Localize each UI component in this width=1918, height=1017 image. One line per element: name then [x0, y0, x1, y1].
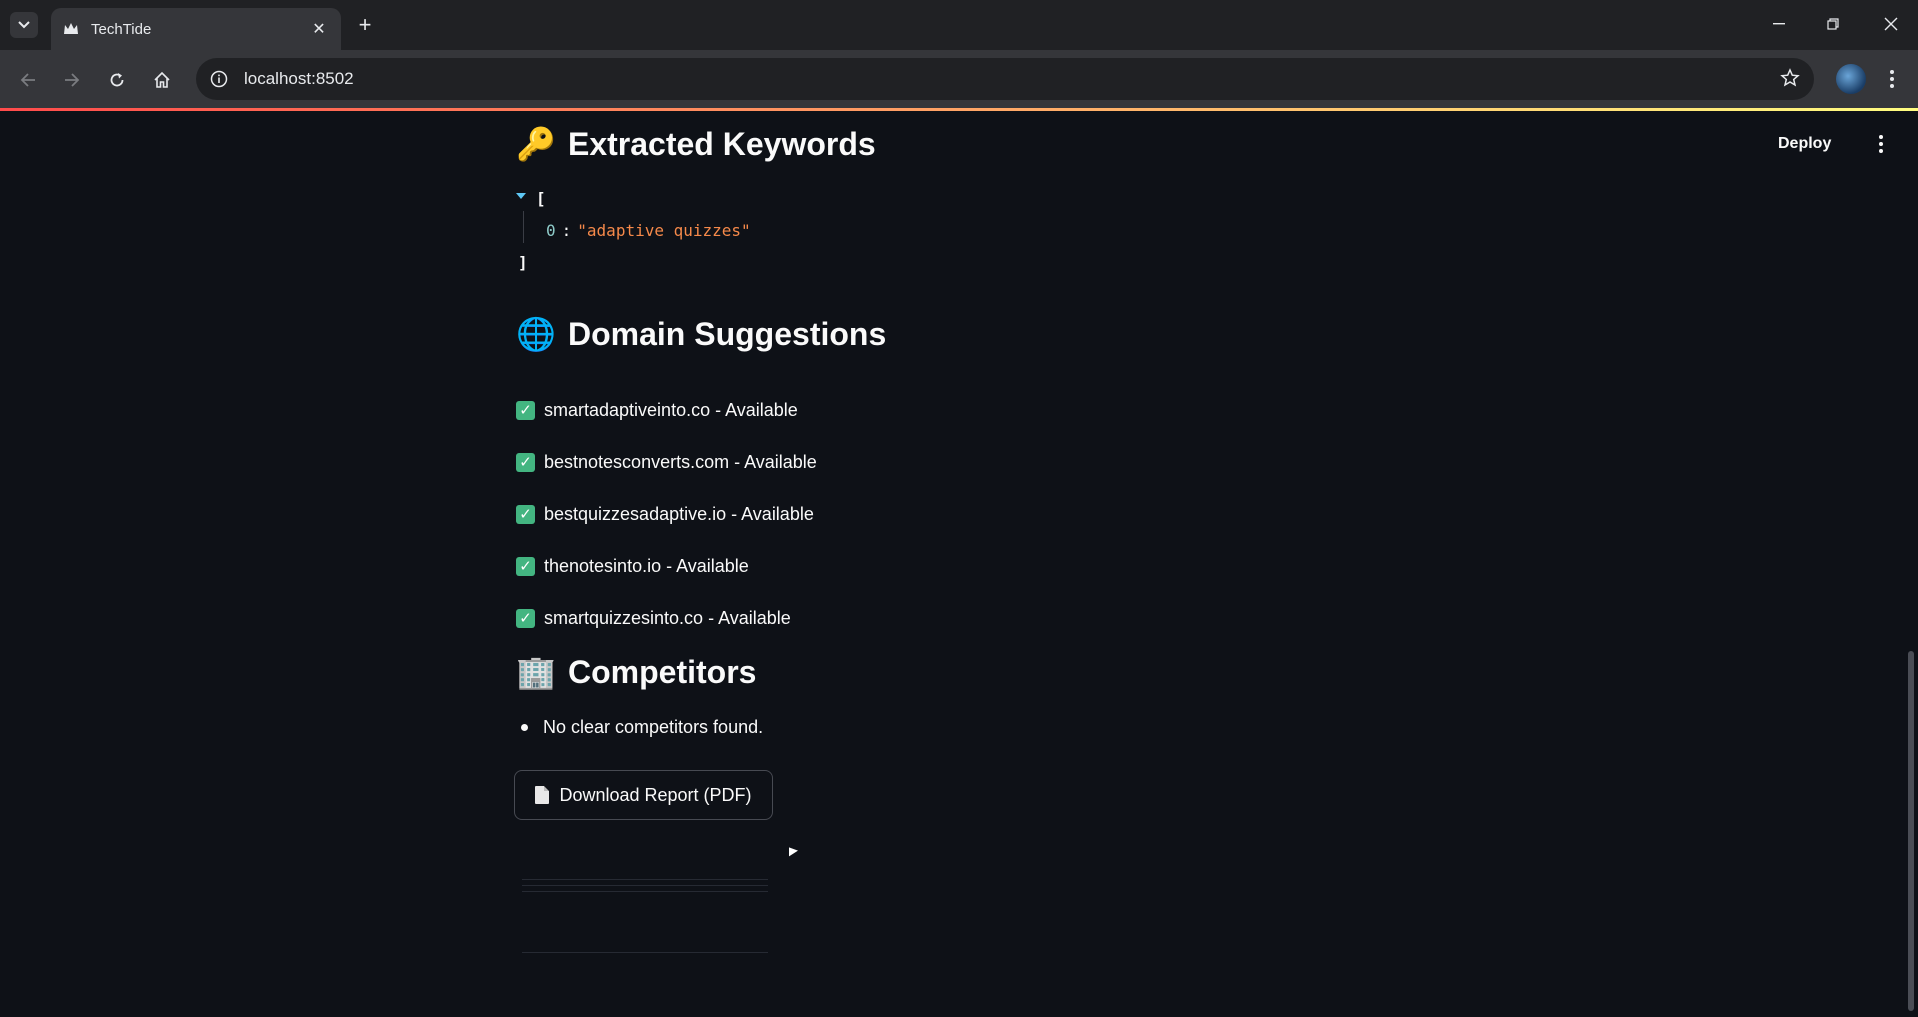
reload-icon: [110, 73, 124, 87]
profile-avatar[interactable]: [1836, 64, 1866, 94]
tab-search-button[interactable]: [10, 12, 38, 38]
tab-title: TechTide: [91, 20, 152, 38]
json-indent-guide: [523, 211, 524, 243]
minimize-icon: [1773, 23, 1785, 25]
download-report-label: Download Report (PDF): [559, 784, 752, 805]
json-close-bracket: ]: [518, 253, 528, 272]
close-icon: [1884, 17, 1898, 31]
domains-heading-text: Domain Suggestions: [568, 315, 887, 352]
download-report-button[interactable]: Download Report (PDF): [514, 770, 773, 820]
reload-button[interactable]: [102, 65, 132, 95]
arrow-right-icon: [65, 73, 80, 87]
list-item: ✓ thenotesinto.io - Available: [516, 540, 817, 592]
browser-tab-bar: TechTide ✕ +: [0, 0, 1918, 50]
domain-list: ✓ smartadaptiveinto.co - Available ✓ bes…: [516, 384, 817, 644]
deploy-button[interactable]: Deploy: [1778, 135, 1831, 153]
competitor-text: No clear competitors found.: [543, 717, 764, 737]
check-icon: ✓: [516, 400, 535, 420]
back-button[interactable]: [13, 65, 43, 95]
url-text[interactable]: localhost:8502: [244, 69, 354, 89]
domains-heading: 🌐 Domain Suggestions: [516, 315, 886, 353]
json-open-bracket: [: [536, 189, 546, 208]
json-value: "adaptive quizzes": [577, 221, 751, 240]
restore-button[interactable]: [1810, 8, 1856, 40]
competitors-heading-text: Competitors: [568, 653, 757, 690]
list-item: ✓ bestnotesconverts.com - Available: [516, 436, 817, 488]
domain-text: smartadaptiveinto.co - Available: [544, 399, 798, 420]
domain-text: smartquizzesinto.co - Available: [544, 607, 791, 628]
chevron-down-icon: [18, 21, 30, 29]
close-window-button[interactable]: [1868, 8, 1914, 40]
mouse-cursor-icon: [789, 847, 798, 860]
office-building-icon: 🏢: [516, 654, 556, 690]
collapse-caret-icon[interactable]: [516, 193, 526, 199]
forward-button[interactable]: [57, 65, 87, 95]
keywords-heading: 🔑 Extracted Keywords: [516, 125, 876, 163]
check-icon: ✓: [516, 452, 535, 472]
minimize-button[interactable]: [1756, 8, 1802, 40]
list-item: ✓ smartadaptiveinto.co - Available: [516, 384, 817, 436]
keywords-heading-text: Extracted Keywords: [568, 125, 876, 162]
app-menu-button[interactable]: [1874, 132, 1888, 156]
list-item: No clear competitors found.: [516, 717, 763, 738]
key-icon: 🔑: [516, 126, 556, 162]
info-icon[interactable]: [210, 70, 228, 88]
json-row: 0: "adaptive quizzes": [546, 221, 751, 240]
home-button[interactable]: [147, 65, 177, 95]
app-main: Deploy 🔑 Extracted Keywords [ 0: "adaptiv…: [0, 111, 1918, 1017]
check-icon: ✓: [516, 608, 535, 628]
crown-icon: [64, 23, 78, 34]
address-bar[interactable]: localhost:8502: [196, 58, 1814, 100]
globe-icon: 🌐: [516, 316, 556, 352]
domain-text: thenotesinto.io - Available: [544, 555, 749, 576]
browser-menu-button[interactable]: [1882, 64, 1902, 94]
json-index: 0: [546, 221, 556, 240]
competitors-heading: 🏢 Competitors: [516, 653, 756, 691]
browser-tab[interactable]: TechTide ✕: [51, 8, 341, 50]
browser-toolbar: localhost:8502: [0, 50, 1918, 109]
scrollbar-thumb[interactable]: [1908, 651, 1914, 1011]
new-tab-button[interactable]: +: [352, 12, 378, 38]
list-item: ✓ smartquizzesinto.co - Available: [516, 592, 817, 644]
list-item: ✓ bestquizzesadaptive.io - Available: [516, 488, 817, 540]
domain-text: bestnotesconverts.com - Available: [544, 451, 817, 472]
restore-icon: [1827, 18, 1839, 30]
bullet-icon: [521, 724, 528, 731]
loading-placeholder: [522, 879, 768, 958]
check-icon: ✓: [516, 556, 535, 576]
tab-close-icon[interactable]: ✕: [309, 19, 329, 39]
star-icon[interactable]: [1780, 68, 1800, 88]
arrow-left-icon: [20, 73, 35, 87]
document-icon: [535, 786, 550, 804]
home-icon: [154, 71, 170, 88]
domain-text: bestquizzesadaptive.io - Available: [544, 503, 814, 524]
competitor-list: No clear competitors found.: [516, 717, 763, 738]
check-icon: ✓: [516, 504, 535, 524]
